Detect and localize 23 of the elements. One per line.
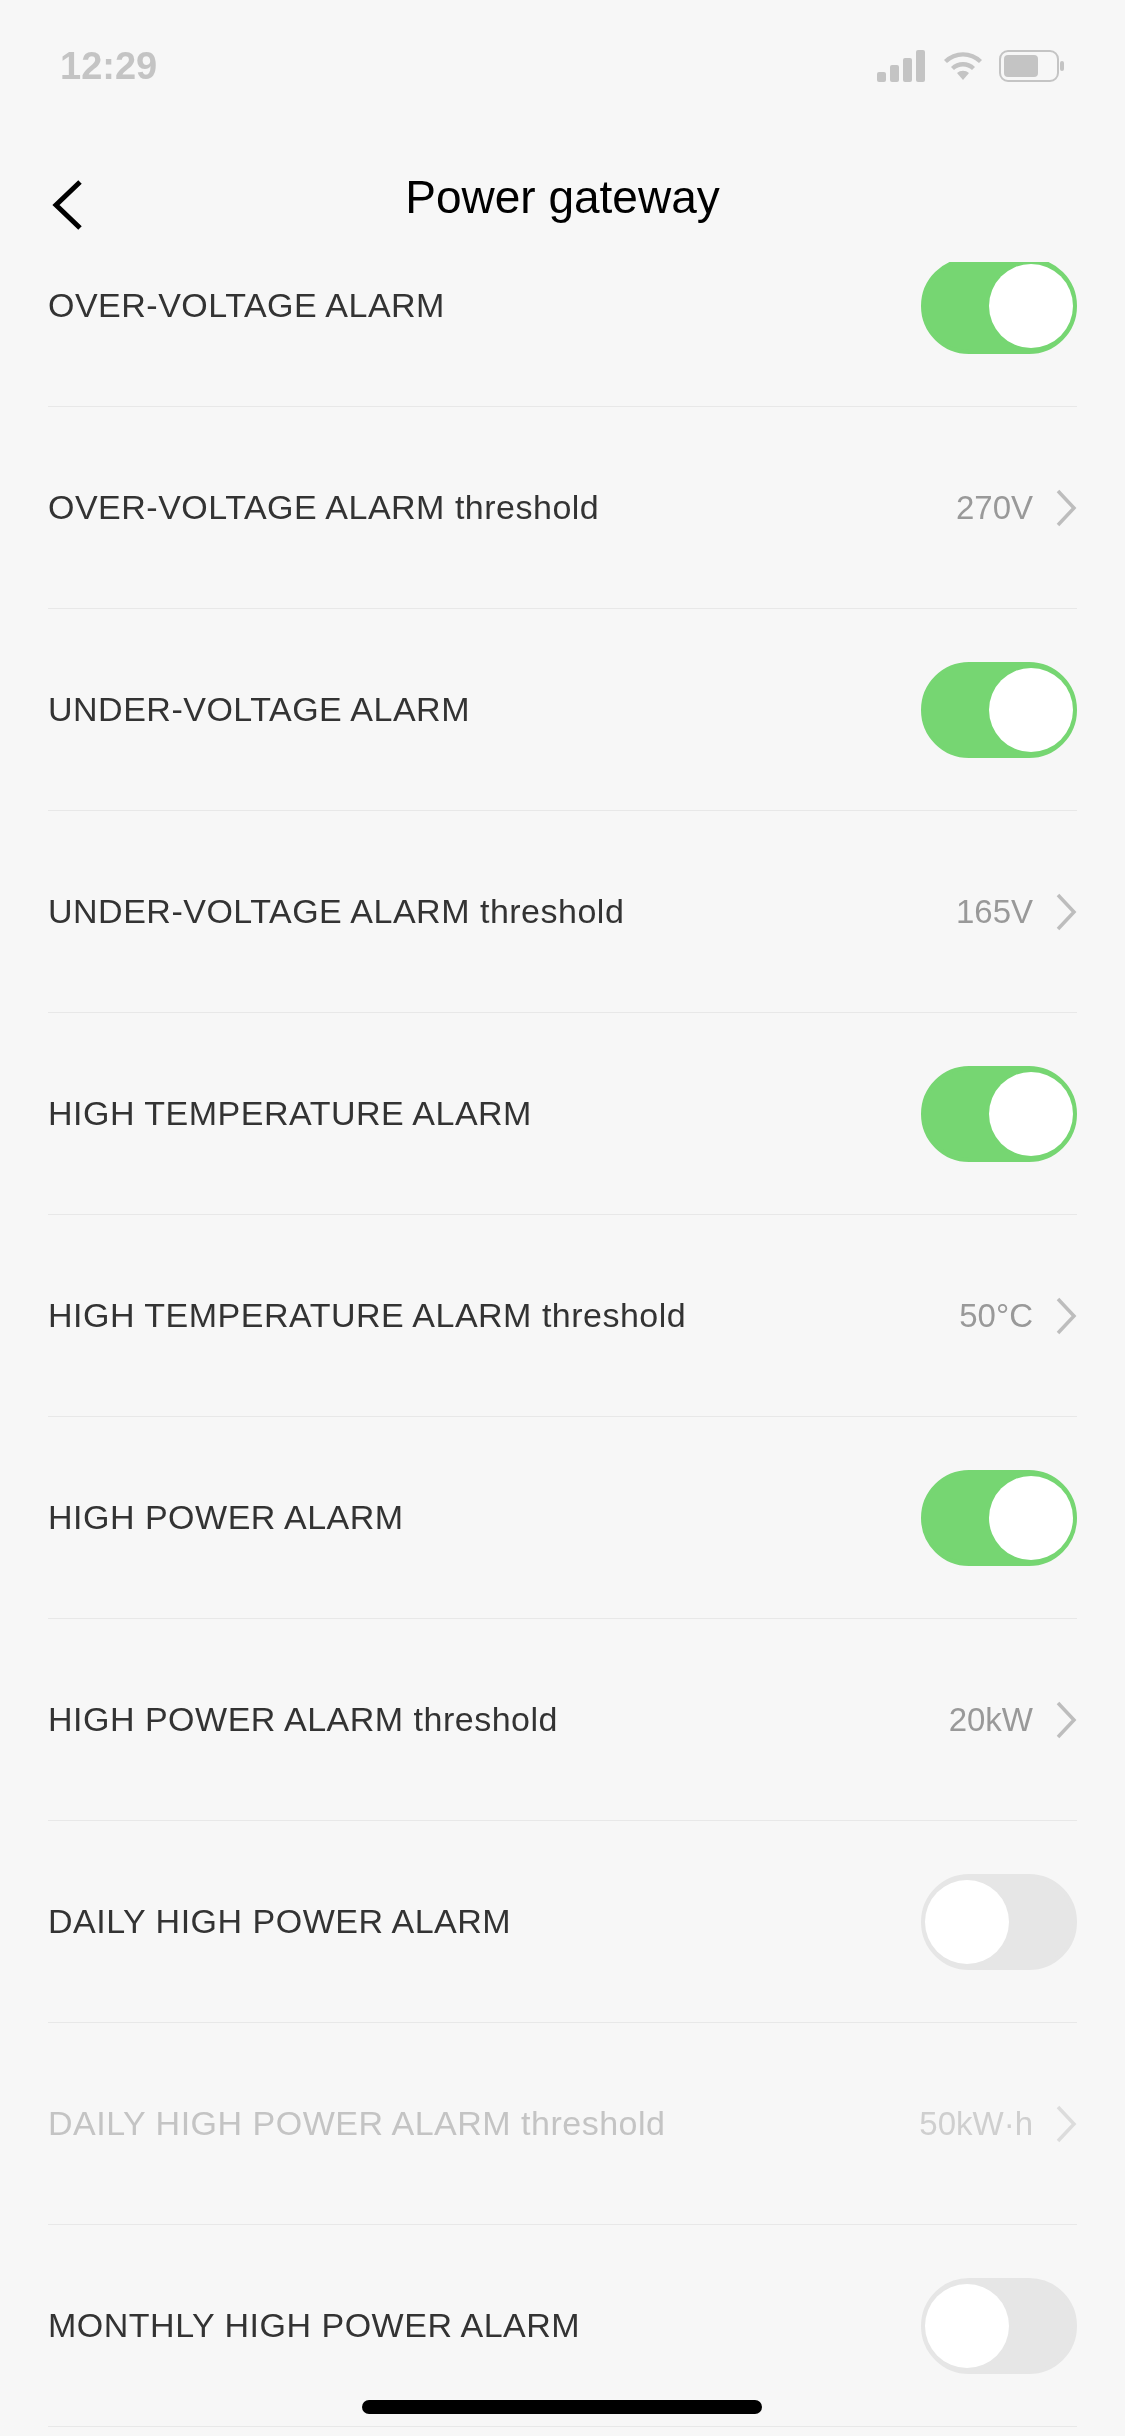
chevron-right-icon xyxy=(1055,1295,1077,1336)
setting-label: UNDER-VOLTAGE ALARM threshold xyxy=(48,892,625,931)
setting-value[interactable]: 270V xyxy=(955,488,1033,527)
chevron-right-icon xyxy=(1055,1699,1077,1740)
battery-icon xyxy=(999,50,1065,82)
setting-label: OVER-VOLTAGE ALARM xyxy=(48,286,445,325)
setting-label: HIGH TEMPERATURE ALARM xyxy=(48,1094,532,1133)
setting-label: MONTHLY HIGH POWER ALARM xyxy=(48,2306,581,2345)
setting-label: HIGH POWER ALARM xyxy=(48,1498,404,1537)
chevron-right-icon xyxy=(1055,891,1077,932)
setting-label: OVER-VOLTAGE ALARM threshold xyxy=(48,488,600,527)
setting-label: HIGH POWER ALARM threshold xyxy=(48,1700,558,1739)
setting-label: HIGH TEMPERATURE ALARM threshold xyxy=(48,1296,687,1335)
page-title: Power gateway xyxy=(405,170,720,224)
setting-value[interactable]: 20kW xyxy=(948,1700,1033,1739)
setting-value[interactable]: 165V xyxy=(955,892,1033,931)
setting-label: DAILY HIGH POWER ALARM xyxy=(48,1902,512,1941)
setting-label: UNDER-VOLTAGE ALARM xyxy=(48,690,470,729)
back-icon[interactable] xyxy=(50,178,84,232)
chevron-right-icon xyxy=(1055,487,1077,528)
signal-icon xyxy=(877,50,927,82)
setting-value[interactable]: 50°C xyxy=(959,1296,1033,1335)
chevron-right-icon xyxy=(1055,2103,1077,2144)
